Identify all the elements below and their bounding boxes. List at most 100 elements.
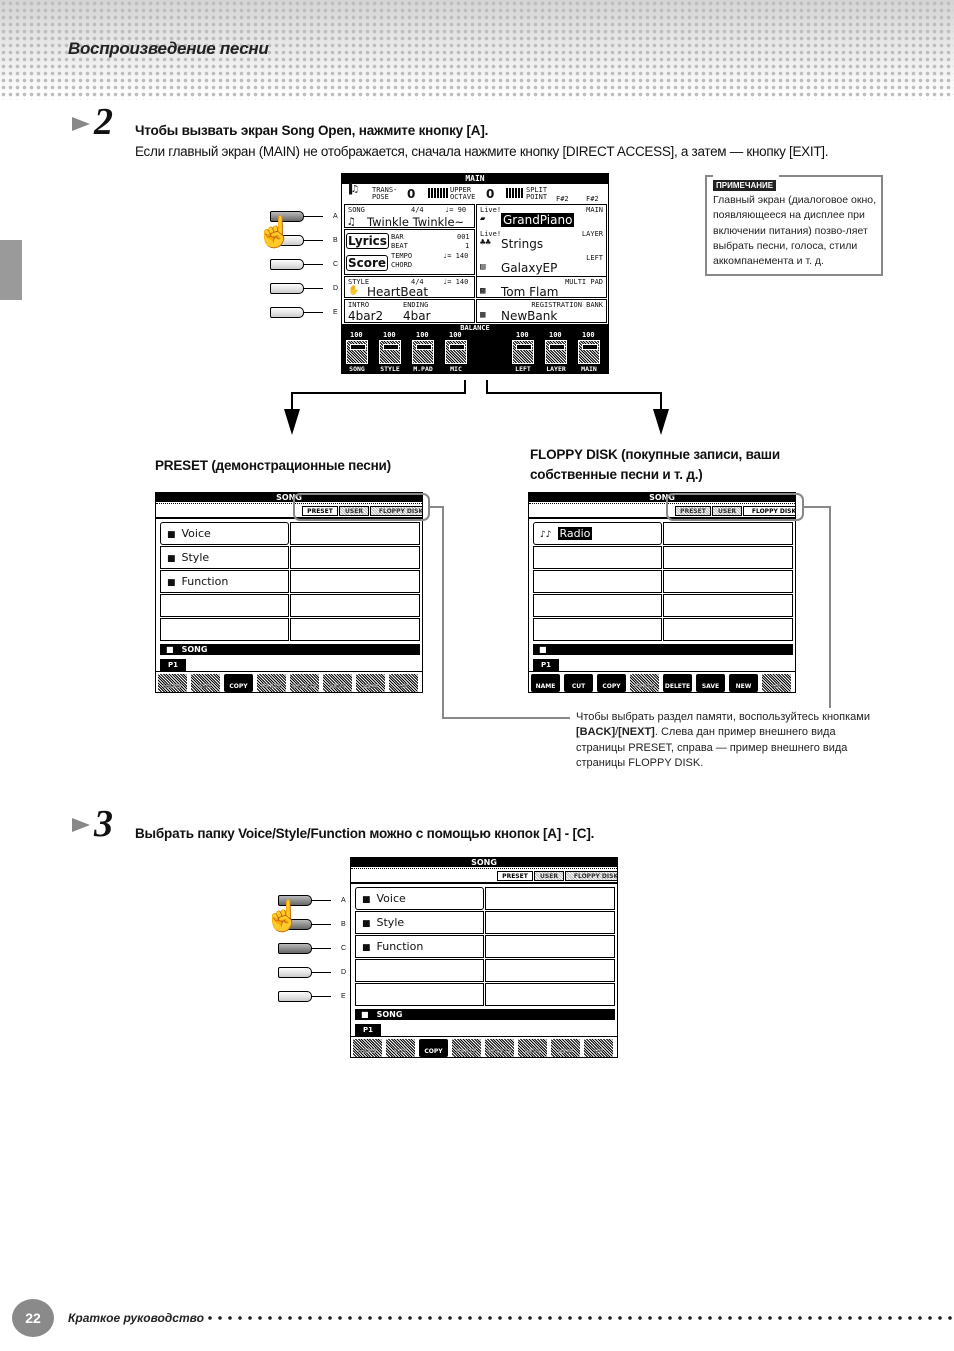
flow-line — [660, 392, 662, 410]
note-box: ПРИМЕЧАНИЕ Главный экран (диалоговое окн… — [705, 175, 883, 276]
page-tab[interactable]: P1 — [160, 659, 186, 671]
page-tab[interactable]: P1 — [355, 1024, 381, 1036]
fader-layer[interactable] — [545, 340, 567, 364]
tab-preset[interactable]: PRESET — [497, 871, 533, 881]
page-tab[interactable]: P1 — [533, 659, 559, 671]
song-panel[interactable]: SONG 4/4 ♩= 90 ♫ Twinkle Twinkle~ — [344, 204, 475, 229]
piano-icon: ▰ — [480, 214, 486, 224]
upper-octave-label: UPPER OCTAVE — [450, 186, 476, 201]
fader-main[interactable] — [578, 340, 600, 364]
list-item[interactable]: ■ Function — [160, 570, 289, 593]
list-item[interactable]: ♪♪ Radio — [533, 522, 662, 545]
list-item[interactable] — [533, 546, 662, 569]
fader-mpad[interactable] — [412, 340, 434, 364]
intro-ending-panel[interactable]: INTRO 4bar2 ENDING 4bar — [344, 299, 475, 323]
function-button-up[interactable]: UP — [389, 674, 418, 692]
function-button-copy[interactable]: COPY — [419, 1039, 448, 1057]
function-button-up[interactable]: UP — [762, 674, 791, 692]
list-item[interactable] — [663, 522, 793, 545]
list-item[interactable] — [533, 618, 662, 641]
style-panel[interactable]: STYLE 4/4 ♩= 140 ✋ HeartBeat — [344, 276, 475, 299]
list-item[interactable]: ■ Voice — [355, 887, 484, 910]
function-button-copy[interactable]: COPY — [224, 674, 253, 692]
regbank-panel[interactable]: REGISTRATION BANK ▦ NewBank — [476, 299, 607, 323]
list-item[interactable]: ■ Voice — [160, 522, 289, 545]
list-item[interactable] — [160, 594, 289, 617]
panel-button-c[interactable] — [278, 943, 331, 954]
callout-line — [442, 506, 444, 719]
function-button-copy[interactable]: COPY — [597, 674, 626, 692]
panel-button-label: C — [341, 945, 347, 952]
function-button-name[interactable]: NAME — [353, 1039, 382, 1057]
split-point-b[interactable]: F#2 — [586, 196, 599, 203]
list-item[interactable] — [290, 546, 420, 569]
panel-button-d[interactable] — [270, 283, 323, 294]
strings-icon: ♣♣ — [480, 238, 491, 248]
upper-octave-value[interactable]: 0 — [486, 187, 494, 201]
function-button-save[interactable]: SAVE — [696, 674, 725, 692]
score-button[interactable]: Score — [346, 255, 389, 271]
layer-voice[interactable]: Strings — [501, 237, 543, 251]
panel-button-c[interactable] — [270, 259, 323, 270]
tab-floppy-disk[interactable]: FLOPPY DISK — [565, 871, 617, 881]
function-button-name[interactable]: NAME — [158, 674, 187, 692]
list-item[interactable] — [663, 594, 793, 617]
function-button-new[interactable]: NEW — [551, 1039, 580, 1057]
left-voice[interactable]: GalaxyEP — [501, 261, 557, 275]
divider — [529, 671, 795, 672]
transpose-value[interactable]: 0 — [407, 187, 415, 201]
list-item[interactable] — [290, 618, 420, 641]
list-item[interactable]: ■ Function — [355, 935, 484, 958]
list-item[interactable] — [160, 618, 289, 641]
list-item[interactable] — [663, 570, 793, 593]
function-button-save[interactable]: SAVE — [518, 1039, 547, 1057]
function-button-cut[interactable]: CUT — [386, 1039, 415, 1057]
list-item[interactable] — [290, 594, 420, 617]
function-button-delete[interactable]: DELETE — [290, 674, 319, 692]
function-button-delete[interactable]: DELETE — [663, 674, 692, 692]
list-item[interactable] — [485, 887, 615, 910]
panel-button-d[interactable] — [278, 967, 331, 978]
list-item[interactable] — [290, 570, 420, 593]
list-item[interactable] — [485, 911, 615, 934]
multipad-panel[interactable]: MULTI PAD ▩ Tom Flam — [476, 276, 607, 299]
function-button-new[interactable]: NEW — [729, 674, 758, 692]
function-button-paste[interactable]: PASTE — [630, 674, 659, 692]
function-button-cut[interactable]: CUT — [564, 674, 593, 692]
list-item[interactable] — [485, 983, 615, 1006]
list-item[interactable]: ■ Style — [160, 546, 289, 569]
list-item[interactable] — [663, 618, 793, 641]
list-item[interactable]: ■ Style — [355, 911, 484, 934]
list-item[interactable] — [355, 983, 484, 1006]
list-item[interactable] — [485, 935, 615, 958]
main-voice[interactable]: GrandPiano — [501, 213, 575, 227]
list-item[interactable] — [533, 594, 662, 617]
arrow-down-icon — [653, 409, 669, 435]
list-item[interactable] — [533, 570, 662, 593]
fader-song[interactable] — [346, 340, 368, 364]
lyrics-button[interactable]: Lyrics — [346, 233, 389, 249]
fader-mic[interactable] — [445, 340, 467, 364]
function-button-new[interactable]: NEW — [356, 674, 385, 692]
fader-style[interactable] — [379, 340, 401, 364]
list-item[interactable] — [663, 546, 793, 569]
list-item[interactable] — [485, 959, 615, 982]
function-button-up[interactable]: UP — [584, 1039, 613, 1057]
fader-left[interactable] — [512, 340, 534, 364]
panel-button-e[interactable] — [270, 307, 323, 318]
function-button-cut[interactable]: CUT — [191, 674, 220, 692]
footer-dots — [205, 1311, 954, 1325]
function-button-paste[interactable]: PASTE — [452, 1039, 481, 1057]
function-button-paste[interactable]: PASTE — [257, 674, 286, 692]
list-item[interactable] — [290, 522, 420, 545]
step-arrow-icon — [72, 818, 90, 832]
list-item[interactable] — [355, 959, 484, 982]
folder-icon: ■ — [166, 645, 174, 654]
function-button-save[interactable]: SAVE — [323, 674, 352, 692]
dotted-divider — [351, 868, 617, 869]
split-point-a[interactable]: F#2 — [556, 196, 569, 203]
tab-user[interactable]: USER — [534, 871, 564, 881]
panel-button-e[interactable] — [278, 991, 331, 1002]
function-button-delete[interactable]: DELETE — [485, 1039, 514, 1057]
function-button-name[interactable]: NAME — [531, 674, 560, 692]
